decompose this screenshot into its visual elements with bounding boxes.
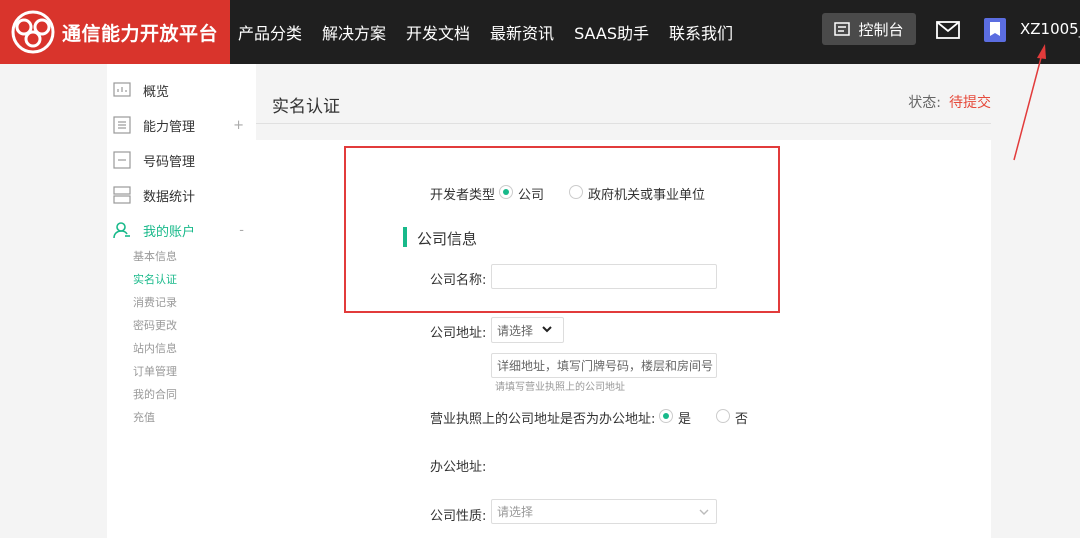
sidebar-item-label: 概览 bbox=[143, 84, 170, 100]
sidebar-item-numbers[interactable]: 号码管理 bbox=[113, 148, 248, 172]
logo-text: 通信能力开放平台 bbox=[62, 22, 219, 45]
company-nature-placeholder: 请选择 bbox=[497, 505, 534, 519]
status: 状态: 待提交 bbox=[908, 92, 991, 112]
nav-item-products[interactable]: 产品分类 bbox=[238, 20, 302, 44]
sidebar-item-overview[interactable]: 概览 bbox=[113, 78, 248, 102]
office-same-label: 营业执照上的公司地址是否为办公地址: bbox=[430, 412, 656, 427]
address-detail-input[interactable]: 详细地址，填写门牌号码，楼层和房间号 bbox=[491, 353, 717, 378]
address-region-value: 请选择 bbox=[497, 323, 534, 338]
sidebar-item-stats[interactable]: 数据统计 bbox=[113, 183, 248, 207]
company-nature-label: 公司性质: bbox=[430, 509, 487, 524]
logo-icon bbox=[11, 10, 55, 54]
sidebar-item-label: 号码管理 bbox=[143, 154, 196, 170]
console-button[interactable]: 控制台 bbox=[822, 13, 916, 45]
user-avatar-icon[interactable] bbox=[984, 18, 1006, 42]
page-title: 实名认证 bbox=[272, 97, 340, 117]
nav-item-saas[interactable]: SAAS助手 bbox=[574, 20, 649, 44]
radio-yes[interactable] bbox=[659, 409, 673, 423]
username[interactable]: XZ1005_ bbox=[1020, 20, 1080, 38]
sidebar-sub-password[interactable]: 密码更改 bbox=[133, 317, 177, 333]
console-icon bbox=[834, 22, 851, 36]
sidebar-item-account[interactable]: 我的账户 - bbox=[113, 218, 248, 242]
sidebar-sub-basic-info[interactable]: 基本信息 bbox=[133, 248, 177, 264]
sidebar-sub-recharge[interactable]: 充值 bbox=[133, 409, 155, 425]
nav-item-docs[interactable]: 开发文档 bbox=[406, 20, 470, 44]
expand-icon[interactable]: + bbox=[233, 118, 244, 133]
address-hint: 请填写营业执照上的公司地址 bbox=[495, 382, 625, 393]
sidebar-sub-messages[interactable]: 站内信息 bbox=[133, 340, 177, 356]
radio-yes-label[interactable]: 是 bbox=[678, 408, 691, 427]
sidebar-item-label: 我的账户 bbox=[143, 224, 196, 240]
company-nature-select[interactable]: 请选择 bbox=[491, 499, 717, 524]
logo[interactable]: 通信能力开放平台 bbox=[0, 0, 230, 64]
overview-icon bbox=[113, 82, 131, 97]
sidebar-item-capability[interactable]: 能力管理 + bbox=[113, 113, 248, 137]
stats-icon bbox=[113, 186, 131, 204]
sidebar-item-label: 数据统计 bbox=[143, 189, 196, 205]
console-label: 控制台 bbox=[858, 20, 904, 39]
sidebar-item-label: 能力管理 bbox=[143, 119, 196, 135]
sidebar-sub-orders[interactable]: 订单管理 bbox=[133, 363, 177, 379]
company-address-label: 公司地址: bbox=[430, 326, 487, 341]
radio-no-label[interactable]: 否 bbox=[735, 408, 748, 427]
sidebar-sub-consumption[interactable]: 消费记录 bbox=[133, 294, 177, 310]
sidebar-sub-contracts[interactable]: 我的合同 bbox=[133, 386, 177, 402]
nav-item-news[interactable]: 最新资讯 bbox=[490, 20, 554, 44]
status-badge: 待提交 bbox=[949, 95, 991, 111]
annotation-highlight-box bbox=[344, 146, 780, 313]
collapse-icon[interactable]: - bbox=[239, 223, 244, 238]
annotation-arrow-icon bbox=[1013, 44, 1046, 161]
radio-no[interactable] bbox=[716, 409, 730, 423]
office-address-label: 办公地址: bbox=[430, 460, 487, 475]
sidebar: 概览 能力管理 + 号码管理 数据统计 我的账户 - 基本信息 实名认证 消费记… bbox=[107, 64, 256, 538]
nav-item-contact[interactable]: 联系我们 bbox=[669, 20, 733, 44]
content-header: 实名认证 状态: 待提交 bbox=[256, 64, 991, 140]
account-icon bbox=[113, 222, 130, 239]
divider bbox=[256, 123, 991, 124]
chevron-down-icon bbox=[542, 326, 552, 333]
sidebar-sub-real-name[interactable]: 实名认证 bbox=[133, 271, 177, 287]
main-nav: 产品分类 解决方案 开发文档 最新资讯 SAAS助手 联系我们 bbox=[238, 0, 753, 64]
address-region-select[interactable]: 请选择 bbox=[491, 317, 564, 343]
mail-icon[interactable] bbox=[936, 20, 960, 40]
capability-icon bbox=[113, 116, 131, 134]
number-icon bbox=[113, 151, 131, 169]
nav-item-solutions[interactable]: 解决方案 bbox=[322, 20, 386, 44]
status-label: 状态: bbox=[908, 95, 941, 111]
top-nav-bar: 通信能力开放平台 产品分类 解决方案 开发文档 最新资讯 SAAS助手 联系我们… bbox=[0, 0, 1080, 64]
chevron-down-icon bbox=[699, 509, 709, 515]
